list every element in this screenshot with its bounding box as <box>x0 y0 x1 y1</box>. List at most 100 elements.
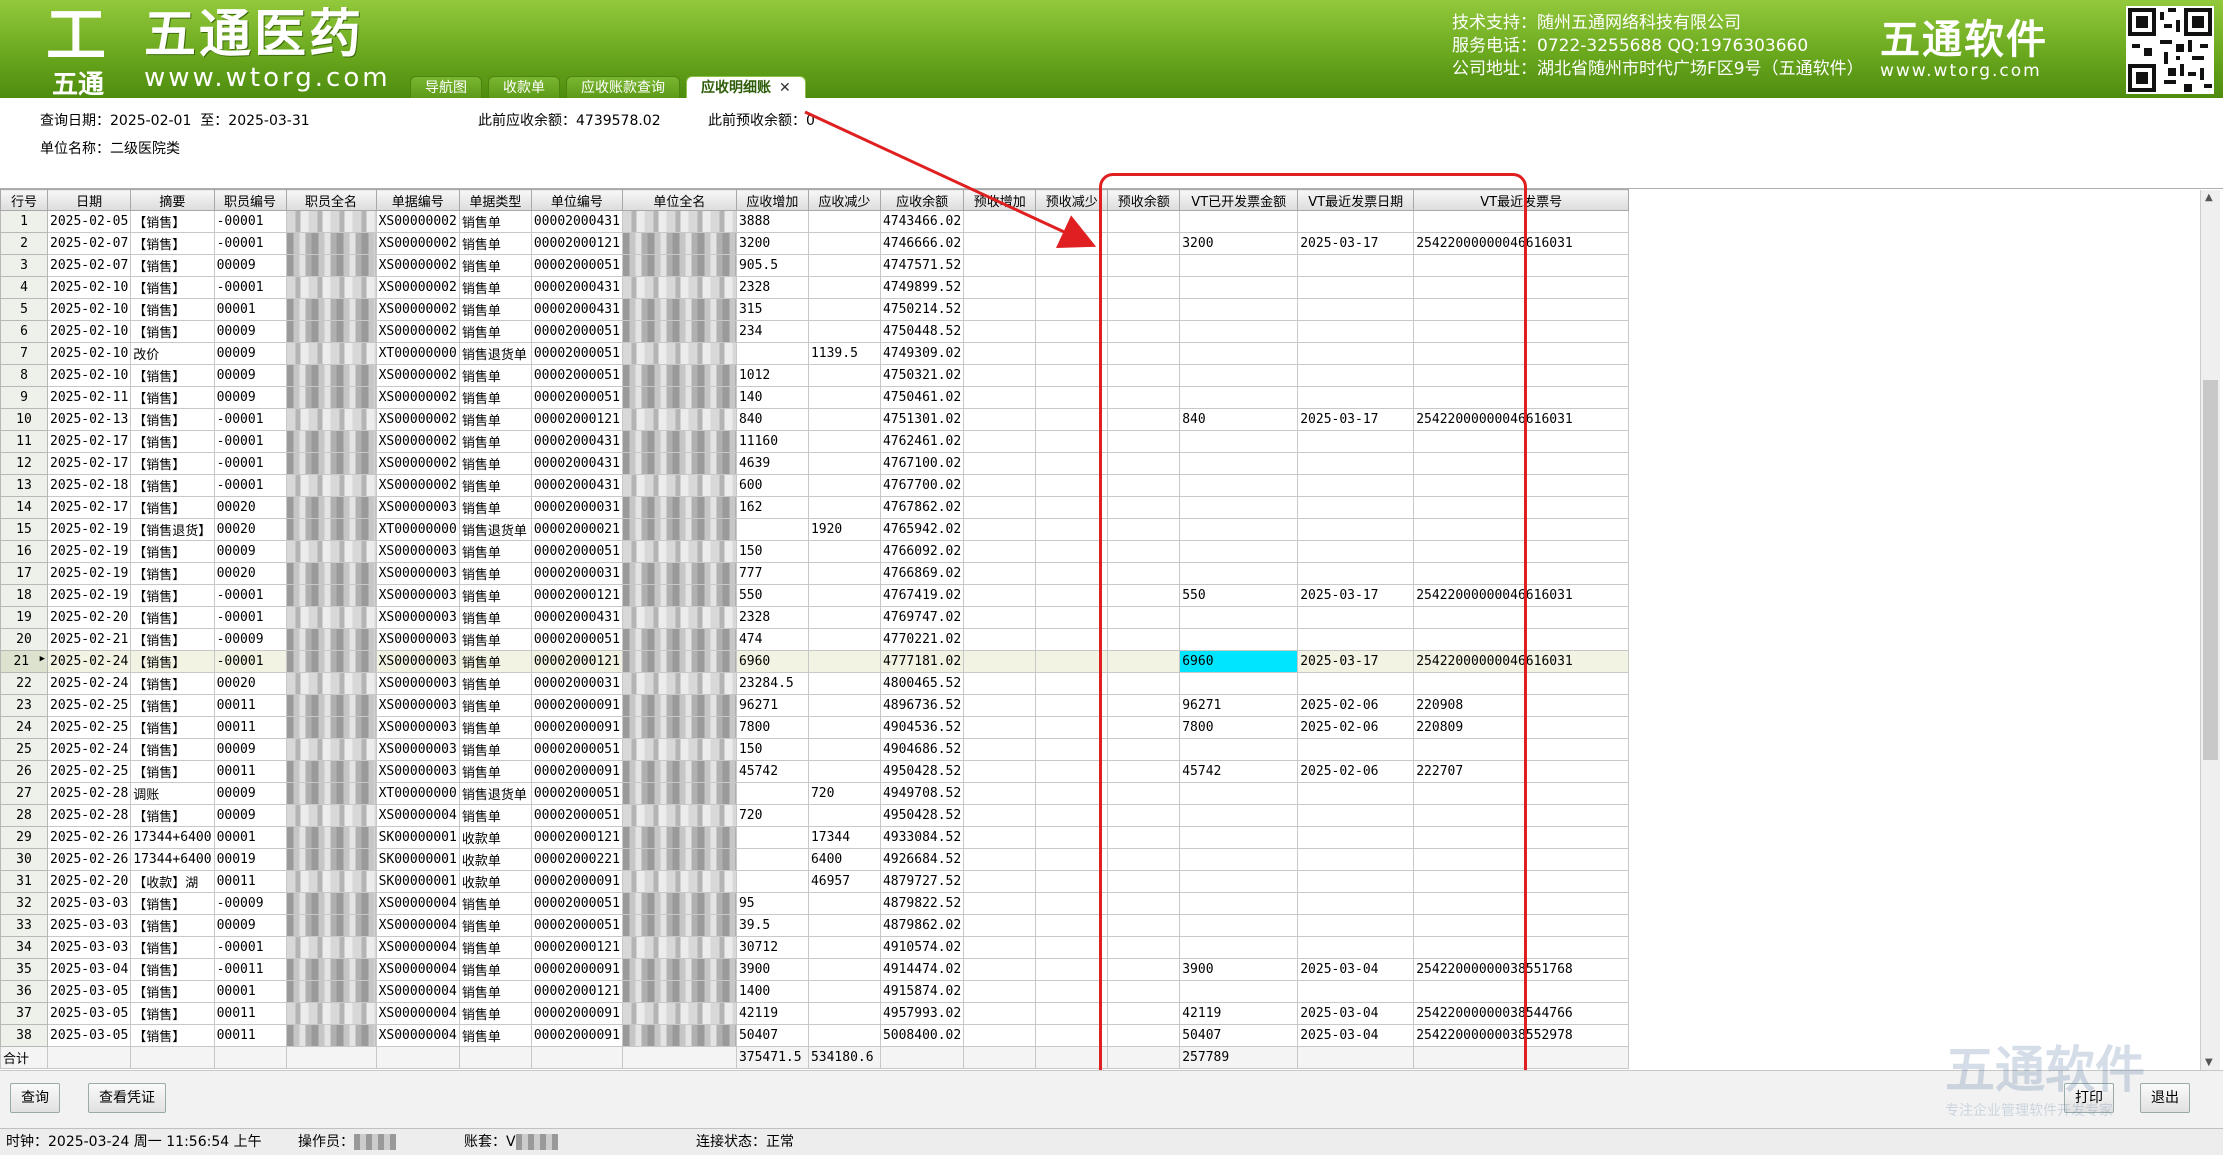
table-cell[interactable]: 【销售】 <box>130 298 215 321</box>
table-cell[interactable] <box>1035 958 1109 981</box>
redacted-cell[interactable] <box>285 320 377 343</box>
table-cell[interactable]: 4777181.02 <box>879 650 965 673</box>
table-row[interactable]: 34 2025-03-03 【销售】 -00001 XS00000004 销售单 00002… <box>0 936 1630 959</box>
table-cell[interactable]: 00019 <box>213 848 287 871</box>
column-header[interactable]: 行号 <box>0 189 48 211</box>
table-cell[interactable] <box>1179 298 1299 321</box>
view-voucher-button[interactable]: 查看凭证 <box>88 1083 166 1113</box>
table-cell[interactable]: XS00000002 <box>375 254 460 277</box>
column-header[interactable]: 单位编号 <box>530 189 623 211</box>
table-cell[interactable] <box>1297 298 1415 321</box>
redacted-cell[interactable] <box>621 562 737 585</box>
table-cell[interactable]: -00001 <box>213 606 287 629</box>
table-row[interactable]: 10 2025-02-13 【销售】 -00001 XS00000002 销售单 00002… <box>0 408 1630 431</box>
row-number[interactable]: 24 <box>0 716 48 739</box>
table-cell[interactable]: 4766092.02 <box>879 540 965 563</box>
redacted-cell[interactable] <box>285 694 377 717</box>
table-cell[interactable] <box>1107 936 1181 959</box>
row-number[interactable]: 18 <box>0 584 48 607</box>
row-number[interactable]: 3 <box>0 254 48 277</box>
redacted-cell[interactable] <box>621 936 737 959</box>
row-number[interactable]: 9 <box>0 386 48 409</box>
redacted-cell[interactable] <box>285 562 377 585</box>
table-cell[interactable]: 315 <box>735 298 809 321</box>
table-cell[interactable] <box>807 584 881 607</box>
table-cell[interactable]: 【销售】 <box>130 584 215 607</box>
table-cell[interactable] <box>1107 606 1181 629</box>
table-cell[interactable]: 【销售】 <box>130 716 215 739</box>
redacted-cell[interactable] <box>285 1002 377 1025</box>
table-cell[interactable] <box>1413 606 1630 629</box>
table-cell[interactable]: 销售单 <box>458 232 532 255</box>
table-cell[interactable]: XS00000003 <box>375 496 460 519</box>
table-cell[interactable]: 00001 <box>213 826 287 849</box>
redacted-cell[interactable] <box>621 628 737 651</box>
table-cell[interactable]: 销售单 <box>458 738 532 761</box>
table-row[interactable]: 36 2025-03-05 【销售】 00001 XS00000004 销售单 000020… <box>0 980 1630 1003</box>
scroll-thumb[interactable] <box>2203 380 2218 760</box>
table-cell[interactable]: 00002000431 <box>530 298 623 321</box>
table-cell[interactable]: 25422000000046616031 <box>1413 232 1630 255</box>
table-cell[interactable] <box>1297 320 1415 343</box>
table-cell[interactable]: 4949708.52 <box>879 782 965 805</box>
table-cell[interactable]: 2328 <box>735 606 809 629</box>
table-cell[interactable]: 销售退货单 <box>458 782 532 805</box>
table-row[interactable]: 20 2025-02-21 【销售】 -00009 XS00000003 销售单 00002… <box>0 628 1630 651</box>
table-cell[interactable] <box>963 364 1037 387</box>
column-header[interactable]: 职员全名 <box>285 189 377 211</box>
table-cell[interactable]: 25422000000046616031 <box>1413 650 1630 673</box>
table-cell[interactable] <box>1179 540 1299 563</box>
table-cell[interactable]: 00002000121 <box>530 980 623 1003</box>
table-cell[interactable]: 4767862.02 <box>879 496 965 519</box>
table-cell[interactable] <box>963 672 1037 695</box>
column-header[interactable]: 职员编号 <box>213 189 287 211</box>
table-cell[interactable]: 收款单 <box>458 870 532 893</box>
redacted-cell[interactable] <box>285 914 377 937</box>
table-cell[interactable] <box>1035 980 1109 1003</box>
tab-receivable-ledger[interactable]: 应收明细账 ✕ <box>686 76 806 98</box>
table-cell[interactable] <box>1035 914 1109 937</box>
table-cell[interactable]: 销售单 <box>458 320 532 343</box>
table-cell[interactable]: 4750214.52 <box>879 298 965 321</box>
redacted-cell[interactable] <box>285 870 377 893</box>
table-cell[interactable] <box>1035 892 1109 915</box>
row-number[interactable]: 8 <box>0 364 48 387</box>
table-cell[interactable] <box>963 342 1037 365</box>
table-cell[interactable] <box>1035 408 1109 431</box>
table-cell[interactable]: 【销售】 <box>130 430 215 453</box>
table-cell[interactable] <box>1035 540 1109 563</box>
table-cell[interactable]: 5008400.02 <box>879 1024 965 1047</box>
redacted-cell[interactable] <box>285 386 377 409</box>
table-cell[interactable] <box>1035 210 1109 233</box>
table-cell[interactable]: 905.5 <box>735 254 809 277</box>
table-cell[interactable]: 2025-02-26 <box>46 826 132 849</box>
table-cell[interactable]: 【销售】 <box>130 364 215 387</box>
table-cell[interactable]: 销售单 <box>458 452 532 475</box>
table-row[interactable]: 5 2025-02-10 【销售】 00001 XS00000002 销售单 0000200… <box>0 298 1630 321</box>
row-number[interactable]: 26 <box>0 760 48 783</box>
table-cell[interactable]: 销售单 <box>458 584 532 607</box>
table-cell[interactable]: 【销售】 <box>130 980 215 1003</box>
table-cell[interactable] <box>1413 672 1630 695</box>
table-cell[interactable] <box>1413 254 1630 277</box>
table-cell[interactable]: 【销售】 <box>130 650 215 673</box>
table-row[interactable]: 14 2025-02-17 【销售】 00020 XS00000003 销售单 000020… <box>0 496 1630 519</box>
table-cell[interactable]: 00001 <box>213 298 287 321</box>
table-cell[interactable]: -00001 <box>213 276 287 299</box>
table-cell[interactable]: 2025-02-19 <box>46 562 132 585</box>
table-cell[interactable] <box>1035 276 1109 299</box>
table-cell[interactable]: 17344+6400 <box>130 848 215 871</box>
table-cell[interactable]: 4915874.02 <box>879 980 965 1003</box>
table-cell[interactable] <box>1035 936 1109 959</box>
table-cell[interactable]: XS00000003 <box>375 672 460 695</box>
column-header[interactable]: 应收余额 <box>879 189 965 211</box>
row-number[interactable]: 33 <box>0 914 48 937</box>
table-cell[interactable] <box>1413 342 1630 365</box>
table-cell[interactable]: 销售单 <box>458 694 532 717</box>
table-cell[interactable] <box>1107 848 1181 871</box>
table-cell[interactable] <box>1035 738 1109 761</box>
table-cell[interactable]: 00002000051 <box>530 628 623 651</box>
table-cell[interactable]: 00002000091 <box>530 716 623 739</box>
table-cell[interactable] <box>963 254 1037 277</box>
table-cell[interactable] <box>963 562 1037 585</box>
